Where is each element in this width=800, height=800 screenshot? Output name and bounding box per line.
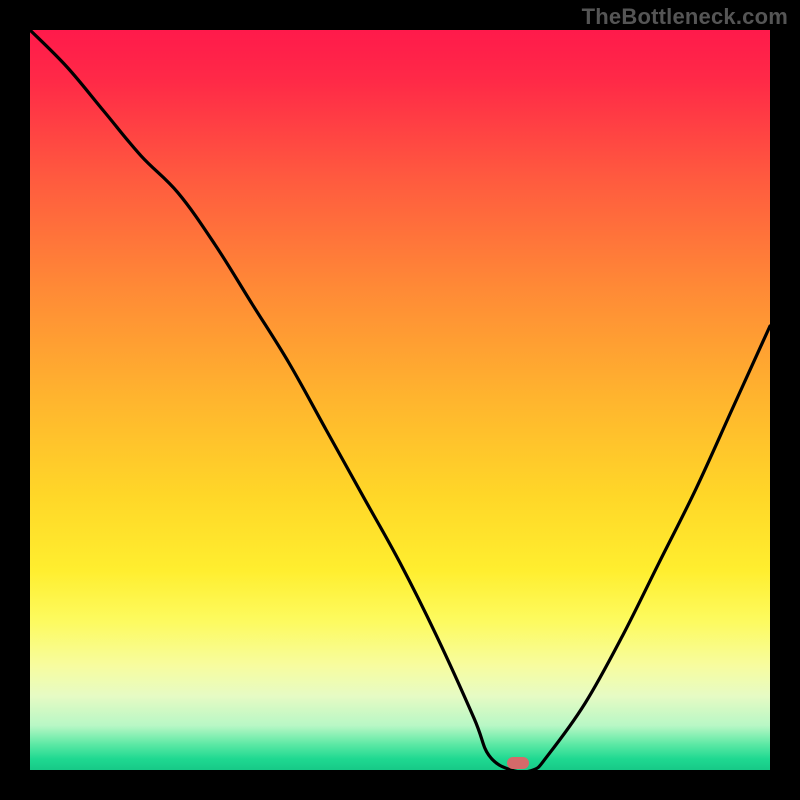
watermark-text: TheBottleneck.com	[582, 4, 788, 30]
chart-frame: TheBottleneck.com	[0, 0, 800, 800]
optimal-point-marker	[507, 757, 529, 769]
plot-area	[30, 30, 770, 770]
bottleneck-curve	[30, 30, 770, 770]
